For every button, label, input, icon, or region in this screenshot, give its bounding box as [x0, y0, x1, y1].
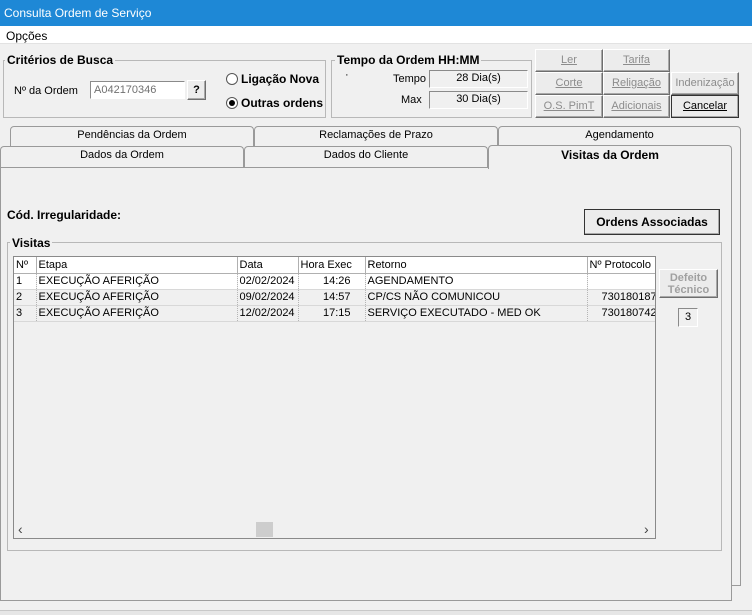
radio-outras-ordens[interactable]: [226, 97, 238, 109]
cell-etapa: EXECUÇÃO AFERIÇÃO: [36, 289, 238, 306]
visitas-grid[interactable]: Nº Etapa Data Hora Exec Retorno Nº Proto…: [13, 256, 656, 539]
scroll-right-icon[interactable]: ›: [644, 521, 649, 537]
visitas-title: Visitas: [10, 236, 53, 250]
col-header-retorno[interactable]: Retorno: [365, 257, 588, 274]
tab-visitas-ordem[interactable]: Visitas da Ordem: [488, 145, 732, 169]
menu-bar: Opções: [0, 26, 752, 44]
cell-protocolo: [587, 273, 655, 290]
corte-button-label: Corte: [555, 77, 583, 89]
cancelar-button[interactable]: Cancelar: [671, 95, 739, 118]
indenizacao-button-label: Indenização: [675, 77, 735, 89]
radio-outras-ordens-label[interactable]: Outras ordens: [241, 96, 323, 110]
bottom-strip: [0, 610, 752, 615]
order-time-title: Tempo da Ordem HH:MM: [335, 53, 482, 67]
radio-ligacao-nova[interactable]: [226, 73, 238, 85]
defeito-tecnico-line1: Defeito: [669, 272, 708, 284]
tarifa-button-label: Tarifa: [623, 54, 650, 66]
cell-retorno: SERVIÇO EXECUTADO - MED OK: [365, 305, 588, 322]
cell-protocolo: 730180742: [587, 305, 655, 322]
cell-retorno: AGENDAMENTO: [365, 273, 588, 290]
back-panel-edge: [731, 146, 741, 586]
tab-pendencias-ordem[interactable]: Pendências da Ordem: [10, 126, 254, 146]
defeito-tecnico-button[interactable]: Defeito Técnico: [659, 269, 718, 298]
ordens-associadas-button[interactable]: Ordens Associadas: [584, 209, 720, 235]
cell-hora-exec: 14:26: [298, 273, 366, 290]
tempo-label: Tempo: [393, 73, 427, 85]
col-header-etapa[interactable]: Etapa: [36, 257, 238, 274]
tab-dados-cliente[interactable]: Dados do Cliente: [244, 146, 488, 167]
window-title-bar: Consulta Ordem de Serviço: [0, 0, 752, 26]
cell-num: 1: [14, 273, 37, 290]
col-header-data[interactable]: Data: [237, 257, 299, 274]
cell-etapa: EXECUÇÃO AFERIÇÃO: [36, 273, 238, 290]
cell-num: 3: [14, 305, 37, 322]
irregularidade-label: Cód. Irregularidade:: [7, 208, 122, 222]
table-row[interactable]: 3 EXECUÇÃO AFERIÇÃO 12/02/2024 17:15 SER…: [14, 305, 655, 322]
os-pimt-button-label: O.S. PimT: [543, 100, 595, 112]
adicionais-button[interactable]: Adicionais: [603, 95, 670, 118]
tab-reclamacoes-prazo[interactable]: Reclamações de Prazo: [254, 126, 498, 146]
grid-header-row: Nº Etapa Data Hora Exec Retorno Nº Proto…: [14, 257, 655, 274]
max-value: 30 Dia(s): [429, 91, 528, 109]
horizontal-scrollbar[interactable]: ‹ ›: [14, 521, 655, 538]
cell-data: 09/02/2024: [237, 289, 299, 306]
col-header-hora-exec[interactable]: Hora Exec: [298, 257, 366, 274]
defeito-tecnico-line2: Técnico: [667, 284, 710, 296]
scroll-thumb[interactable]: [256, 522, 273, 537]
tarifa-button[interactable]: Tarifa: [603, 49, 670, 72]
corte-button[interactable]: Corte: [535, 72, 603, 95]
ler-button-label: Ler: [561, 54, 577, 66]
tempo-value: 28 Dia(s): [429, 70, 528, 88]
order-time-group: [331, 60, 532, 118]
max-label: Max: [401, 94, 422, 106]
col-header-protocolo[interactable]: Nº Protocolo: [587, 257, 655, 274]
religacao-button-label: Religação: [612, 77, 661, 89]
scroll-left-icon[interactable]: ‹: [18, 521, 23, 537]
os-pimt-button[interactable]: O.S. PimT: [535, 95, 603, 118]
cell-data: 12/02/2024: [237, 305, 299, 322]
cell-etapa: EXECUÇÃO AFERIÇÃO: [36, 305, 238, 322]
cancelar-button-label: Cancelar: [682, 100, 728, 112]
religacao-button[interactable]: Religação: [603, 72, 670, 95]
cell-hora-exec: 17:15: [298, 305, 366, 322]
order-lookup-button[interactable]: ?: [187, 80, 206, 100]
menu-options[interactable]: Opções: [6, 29, 47, 43]
visit-count: 3: [678, 308, 698, 327]
order-lookup-label: ?: [193, 84, 200, 96]
window-title: Consulta Ordem de Serviço: [4, 6, 152, 20]
order-number-label: Nº da Ordem: [14, 85, 78, 97]
adicionais-button-label: Adicionais: [611, 100, 662, 112]
cell-data: 02/02/2024: [237, 273, 299, 290]
ordens-associadas-label: Ordens Associadas: [596, 215, 708, 229]
search-criteria-title: Critérios de Busca: [5, 53, 116, 67]
cell-retorno: CP/CS NÃO COMUNICOU: [365, 289, 588, 306]
ler-button[interactable]: Ler: [535, 49, 603, 72]
col-header-num[interactable]: Nº: [14, 257, 37, 274]
order-number-input[interactable]: A042170346: [90, 81, 185, 99]
tab-agendamento[interactable]: Agendamento: [498, 126, 741, 146]
radio-ligacao-nova-label[interactable]: Ligação Nova: [241, 72, 319, 86]
table-row[interactable]: 1 EXECUÇÃO AFERIÇÃO 02/02/2024 14:26 AGE…: [14, 273, 655, 290]
cell-num: 2: [14, 289, 37, 306]
cell-protocolo: 730180187: [587, 289, 655, 306]
tab-dados-ordem[interactable]: Dados da Ordem: [0, 146, 244, 167]
order-time-dot: ·: [345, 69, 349, 81]
indenizacao-button[interactable]: Indenização: [671, 72, 739, 95]
cell-hora-exec: 14:57: [298, 289, 366, 306]
table-row[interactable]: 2 EXECUÇÃO AFERIÇÃO 09/02/2024 14:57 CP/…: [14, 289, 655, 306]
